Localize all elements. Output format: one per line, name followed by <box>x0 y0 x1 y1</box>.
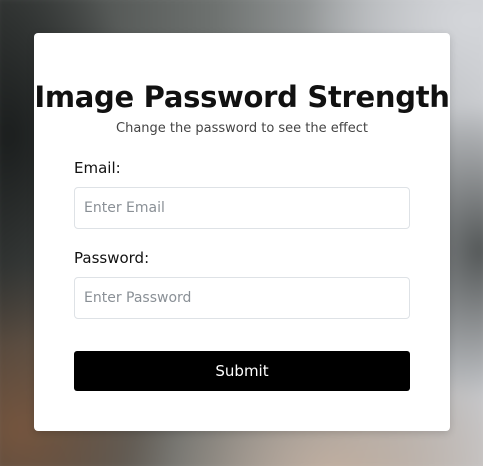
email-field[interactable] <box>74 187 410 229</box>
page-title: Image Password Strength <box>34 80 450 114</box>
submit-button[interactable]: Submit <box>74 351 410 391</box>
email-label: Email: <box>74 159 121 177</box>
password-label: Password: <box>74 249 150 267</box>
password-strength-card: Image Password Strength Change the passw… <box>34 33 450 431</box>
password-field[interactable] <box>74 277 410 319</box>
page-subtitle: Change the password to see the effect <box>116 121 368 136</box>
